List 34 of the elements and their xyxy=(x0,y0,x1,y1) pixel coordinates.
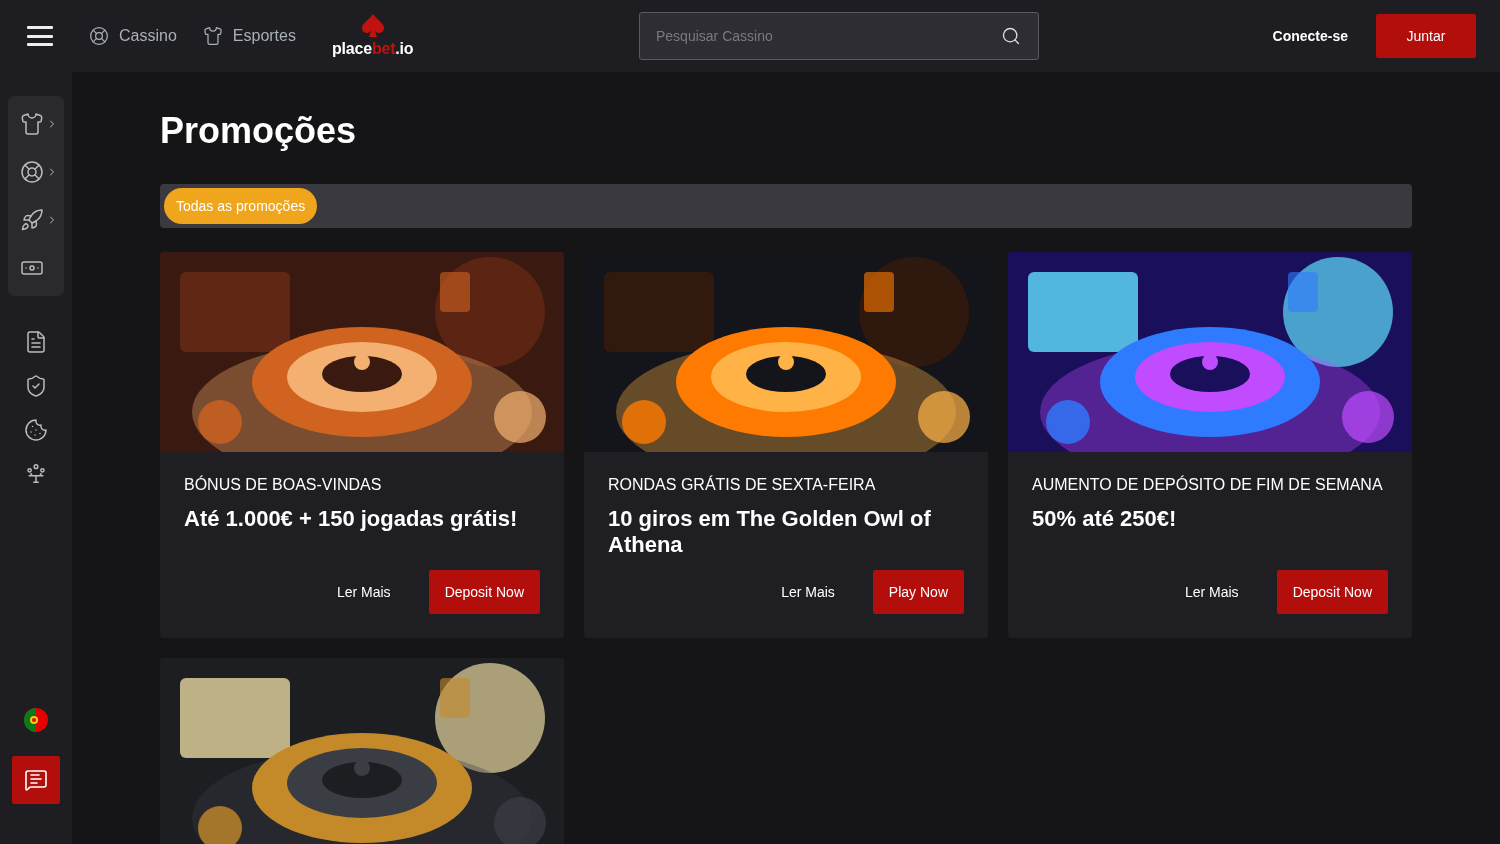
read-more-link[interactable]: Ler Mais xyxy=(759,584,857,600)
login-link[interactable]: Conecte-se xyxy=(1272,28,1348,44)
read-more-link[interactable]: Ler Mais xyxy=(1162,584,1261,600)
search-icon xyxy=(1001,26,1021,46)
juggler-icon xyxy=(25,463,47,485)
shirt-icon xyxy=(20,112,44,136)
promo-category: RONDAS GRÁTIS DE SEXTA-FEIRA xyxy=(608,476,877,494)
logo-text: placebet.io xyxy=(331,40,414,58)
lifebuoy-icon xyxy=(20,160,44,184)
nav-link[interactable]: Esportes xyxy=(202,26,296,46)
shield-icon xyxy=(24,374,48,398)
chat-icon xyxy=(24,768,48,792)
lifebuoy-icon xyxy=(89,26,109,46)
promo-category: BÓNUS DE BOAS-VINDAS xyxy=(184,476,383,494)
flag-icon[interactable] xyxy=(24,708,48,732)
promo-title: 10 giros em The Golden Owl of Athena xyxy=(608,506,932,558)
promo-title: Até 1.000€ + 150 jogadas grátis! xyxy=(184,506,519,533)
page-title: Promoções xyxy=(160,109,358,153)
rocket-icon xyxy=(20,208,44,232)
spade-icon xyxy=(360,14,385,40)
nav-link[interactable]: Cassino xyxy=(89,26,177,46)
search-field[interactable]: Pesquisar Cassino xyxy=(639,12,1039,60)
action-button[interactable]: Deposit Now xyxy=(1276,570,1388,614)
cookie-icon xyxy=(24,418,48,442)
shirt-icon xyxy=(202,26,223,46)
promo-title: 50% até 250€! xyxy=(1032,506,1178,533)
action-button[interactable]: Play Now xyxy=(872,570,964,614)
read-more-link[interactable]: Ler Mais xyxy=(314,584,413,600)
chat-button[interactable] xyxy=(12,756,60,804)
promo-category: AUMENTO DE DEPÓSITO DE FIM DE SEMANA xyxy=(1032,476,1384,494)
document-icon xyxy=(24,330,48,354)
menu-button[interactable] xyxy=(27,26,53,46)
join-button[interactable]: Juntar xyxy=(1376,14,1476,58)
action-button[interactable]: Deposit Now xyxy=(428,570,540,614)
